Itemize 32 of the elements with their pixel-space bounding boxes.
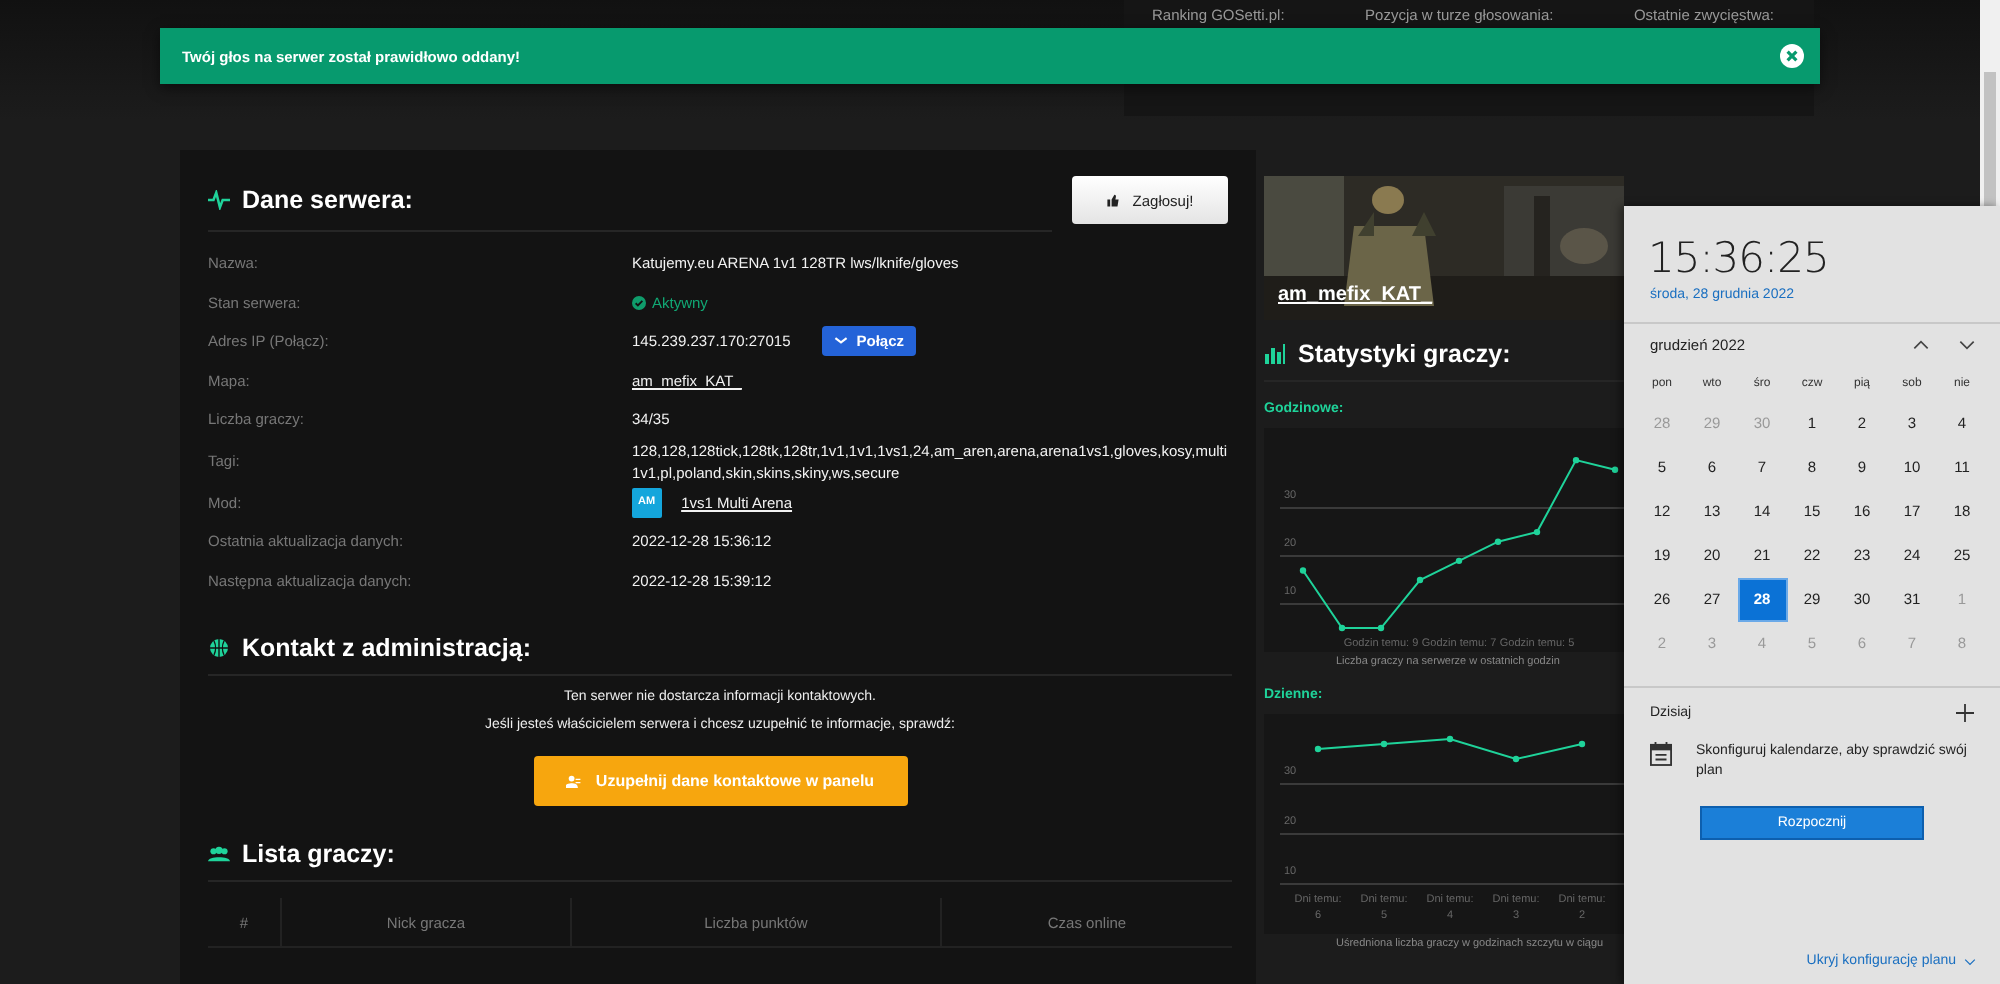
chart-point xyxy=(1446,735,1454,743)
chart-point xyxy=(1416,576,1424,584)
section-title: Statystyki graczy: xyxy=(1298,340,1511,368)
chart-point xyxy=(1533,528,1541,536)
chart-point xyxy=(1380,740,1388,748)
section-title: Kontakt z administracją: xyxy=(242,634,531,662)
chart-point xyxy=(1578,740,1586,748)
clock-time: 15:36:25 xyxy=(1648,234,1831,282)
next-month-icon[interactable] xyxy=(1958,340,1976,350)
pulse-icon xyxy=(208,190,230,210)
chart-point xyxy=(1338,624,1346,632)
section-title: Lista graczy: xyxy=(242,840,395,868)
chart-point xyxy=(1314,745,1322,753)
add-icon[interactable] xyxy=(1956,704,1974,722)
chart-point xyxy=(1611,466,1619,473)
chart-point xyxy=(1512,755,1520,763)
chevron-down-icon xyxy=(834,336,849,347)
chart-point xyxy=(1572,456,1580,464)
previous-month-icon[interactable] xyxy=(1912,340,1930,350)
thumbs-up-icon xyxy=(1106,193,1121,207)
users-icon xyxy=(208,844,230,864)
section-title: Dane serwera: xyxy=(242,186,413,214)
user-card-icon xyxy=(565,774,582,788)
calendar-icon xyxy=(1650,742,1672,766)
check-circle-icon xyxy=(632,295,646,310)
chart-point xyxy=(1494,538,1502,545)
close-icon[interactable] xyxy=(1780,44,1804,68)
bar-chart-icon xyxy=(1264,344,1286,364)
chart-point xyxy=(1377,624,1385,632)
chart-point xyxy=(1455,557,1463,565)
chevron-down-icon[interactable] xyxy=(1964,957,1976,965)
chart-point xyxy=(1299,567,1307,574)
